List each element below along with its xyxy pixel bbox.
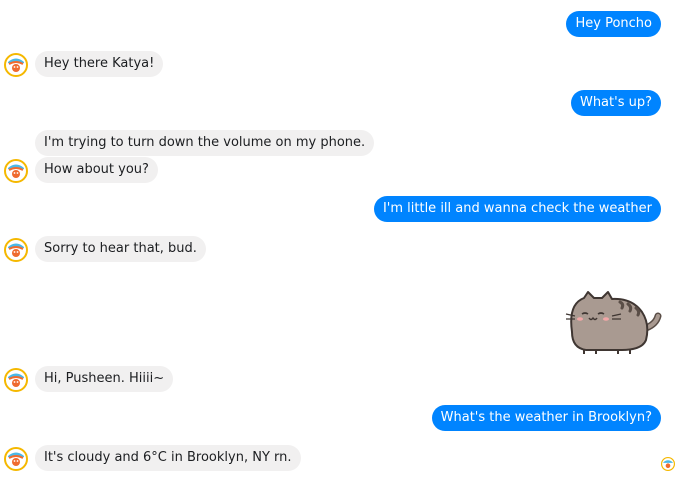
poncho-avatar-icon[interactable] (4, 238, 28, 262)
poncho-avatar-icon[interactable] (4, 159, 28, 183)
poncho-avatar-icon[interactable] (4, 368, 28, 392)
message-bubble-outgoing[interactable]: What's up? (570, 90, 661, 116)
message-bubble-outgoing[interactable]: I'm little ill and wanna check the weath… (373, 196, 661, 222)
poncho-avatar-icon[interactable] (4, 53, 28, 77)
poncho-read-receipt-icon (661, 457, 675, 471)
poncho-avatar-icon[interactable] (4, 447, 28, 471)
pusheen-cat-sticker[interactable] (562, 290, 662, 354)
message-bubble-incoming[interactable]: Sorry to hear that, bud. (35, 236, 206, 262)
message-bubble-incoming[interactable]: How about you? (35, 157, 158, 183)
message-bubble-incoming[interactable]: It's cloudy and 6°C in Brooklyn, NY rn. (35, 445, 301, 471)
message-bubble-outgoing[interactable]: Hey Poncho (566, 11, 661, 37)
message-bubble-incoming[interactable]: I'm trying to turn down the volume on my… (35, 130, 375, 156)
message-bubble-incoming[interactable]: Hey there Katya! (35, 51, 164, 77)
chat-thread: Hey Poncho Hey there Katya! What's up? I… (0, 0, 676, 477)
message-bubble-outgoing[interactable]: What's the weather in Brooklyn? (431, 405, 661, 431)
message-bubble-incoming[interactable]: Hi, Pusheen. Hiiii~ (35, 366, 174, 392)
